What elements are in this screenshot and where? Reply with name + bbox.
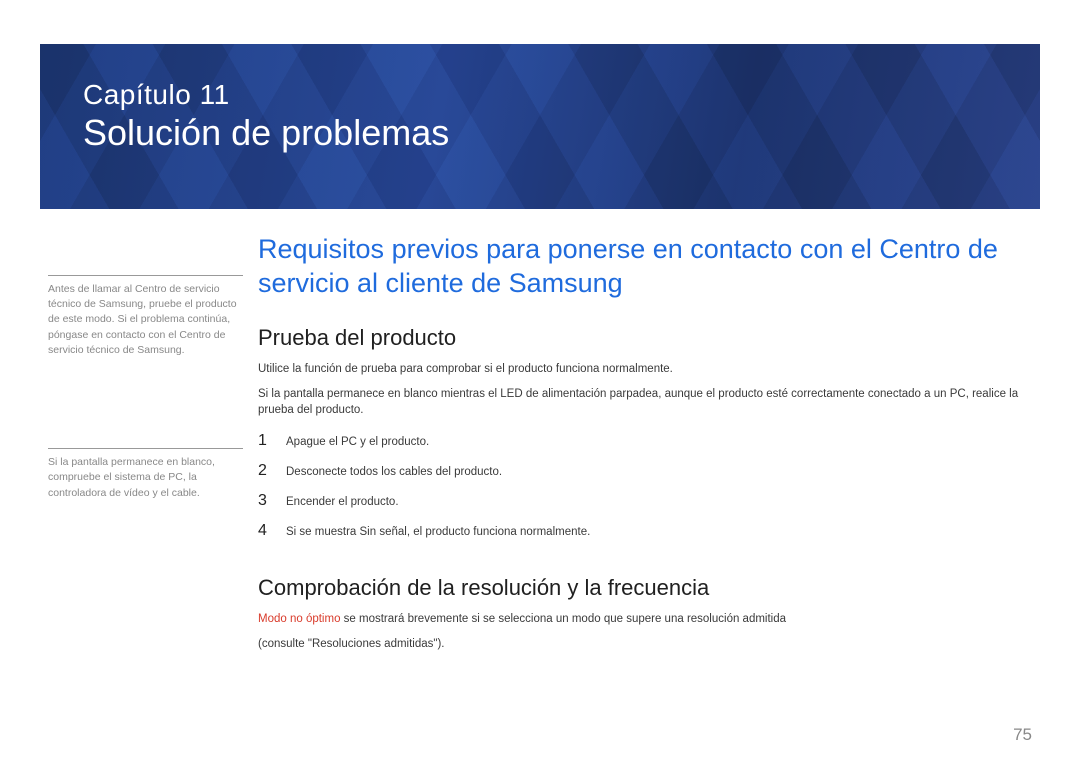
chapter-title: Solución de problemas bbox=[83, 113, 449, 153]
chapter-header: Capítulo 11 Solución de problemas bbox=[40, 44, 1040, 209]
subheading-resolucion: Comprobación de la resolución y la frecu… bbox=[258, 575, 1030, 601]
subheading-prueba: Prueba del producto bbox=[258, 325, 1030, 351]
chapter-label: Capítulo 11 bbox=[83, 80, 449, 111]
step-item: Apague el PC y el producto. bbox=[258, 427, 1030, 457]
section-heading: Requisitos previos para ponerse en conta… bbox=[258, 233, 1030, 301]
page-content: Antes de llamar al Centro de servicio té… bbox=[40, 225, 1040, 763]
side-column: Antes de llamar al Centro de servicio té… bbox=[48, 225, 243, 591]
red-text: Modo no óptimo bbox=[258, 613, 340, 625]
red-text: Sin señal bbox=[360, 526, 407, 538]
side-note: Antes de llamar al Centro de servicio té… bbox=[48, 275, 243, 358]
main-column: Requisitos previos para ponerse en conta… bbox=[258, 225, 1030, 661]
step-item: Si se muestra Sin señal, el producto fun… bbox=[258, 517, 1030, 547]
paragraph: (consulte "Resoluciones admitidas"). bbox=[258, 636, 1030, 652]
step-item: Encender el producto. bbox=[258, 487, 1030, 517]
paragraph: Modo no óptimo se mostrará brevemente si… bbox=[258, 611, 1030, 627]
step-text: , el producto funciona normalmente. bbox=[407, 526, 590, 538]
step-text: Si se muestra bbox=[286, 526, 360, 538]
chapter-header-text: Capítulo 11 Solución de problemas bbox=[83, 80, 449, 152]
paragraph: Utilice la función de prueba para compro… bbox=[258, 361, 1030, 377]
side-note: Si la pantalla permanece en blanco, comp… bbox=[48, 448, 243, 501]
step-item: Desconecte todos los cables del producto… bbox=[258, 457, 1030, 487]
paragraph-text: se mostrará brevemente si se selecciona … bbox=[340, 613, 786, 625]
steps-list: Apague el PC y el producto. Desconecte t… bbox=[258, 427, 1030, 547]
page-number: 75 bbox=[1013, 725, 1032, 745]
paragraph: Si la pantalla permanece en blanco mient… bbox=[258, 386, 1030, 418]
